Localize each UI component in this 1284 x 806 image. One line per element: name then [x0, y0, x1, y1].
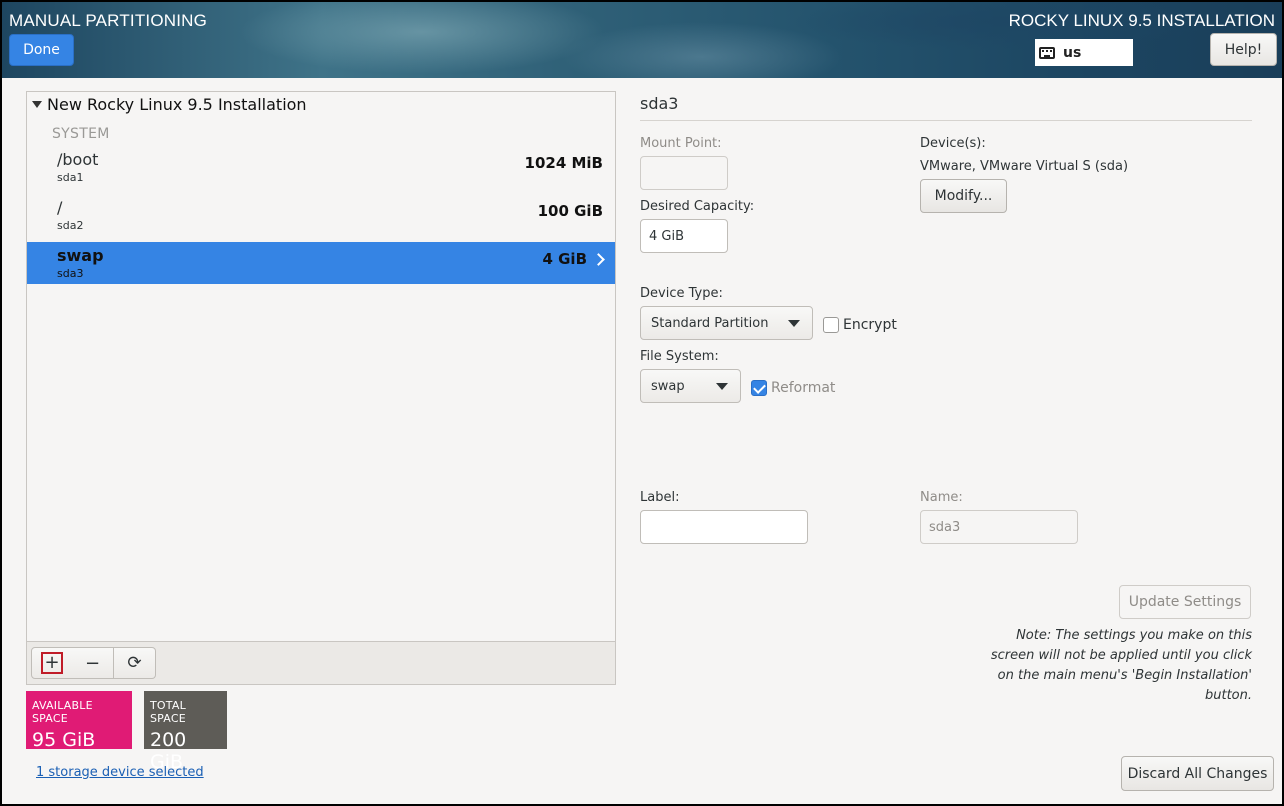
- file-system-label: File System:: [640, 349, 719, 364]
- mountpoint-size: 4 GiB: [542, 250, 587, 268]
- app-window: MANUAL PARTITIONING ROCKY LINUX 9.5 INST…: [2, 2, 1282, 804]
- add-mountpoint-button[interactable]: +: [31, 647, 73, 679]
- mount-point-input[interactable]: [640, 156, 728, 190]
- label-input[interactable]: [640, 510, 808, 544]
- partition-toolbar: + − ⟳: [27, 641, 615, 684]
- settings-note: Note: The settings you make on this scre…: [990, 628, 1252, 703]
- mountpoint-device: sda1: [57, 171, 84, 184]
- dropdown-arrow-icon: [788, 320, 800, 327]
- installation-root-label: New Rocky Linux 9.5 Installation: [47, 95, 307, 114]
- remove-mountpoint-button[interactable]: −: [72, 647, 114, 679]
- keyboard-layout-indicator[interactable]: us: [1035, 39, 1133, 66]
- mountpoint-tree-pane: New Rocky Linux 9.5 Installation SYSTEM …: [26, 91, 616, 685]
- mountpoint-name: /: [57, 198, 63, 217]
- keyboard-icon: [1039, 46, 1055, 59]
- desired-capacity-input[interactable]: 4 GiB: [640, 219, 728, 253]
- refresh-icon: ⟳: [127, 653, 142, 673]
- dropdown-arrow-icon: [716, 383, 728, 390]
- mount-point-label: Mount Point:: [640, 136, 722, 151]
- file-system-dropdown[interactable]: swap: [640, 369, 741, 403]
- divider: [640, 120, 1252, 121]
- mountpoint-size: 100 GiB: [537, 202, 603, 220]
- page-title: MANUAL PARTITIONING: [9, 11, 208, 30]
- available-space-label: AVAILABLE SPACE: [32, 699, 93, 725]
- refresh-button[interactable]: ⟳: [114, 647, 156, 679]
- selected-device-title: sda3: [640, 94, 679, 113]
- reformat-label[interactable]: Reformat: [771, 380, 835, 396]
- header-bar: MANUAL PARTITIONING ROCKY LINUX 9.5 INST…: [2, 2, 1282, 78]
- encrypt-checkbox[interactable]: [823, 317, 839, 333]
- available-space-box: AVAILABLE SPACE 95 GiB: [26, 691, 132, 751]
- help-button[interactable]: Help!: [1210, 33, 1277, 66]
- plus-icon: +: [41, 652, 63, 674]
- mountpoint-device: sda2: [57, 219, 84, 232]
- product-title: ROCKY LINUX 9.5 INSTALLATION: [1008, 11, 1275, 30]
- mountpoint-size: 1024 MiB: [524, 154, 603, 172]
- device-type-value: Standard Partition: [651, 315, 769, 331]
- encrypt-label[interactable]: Encrypt: [843, 317, 897, 333]
- name-input[interactable]: sda3: [920, 510, 1078, 544]
- section-label-system: SYSTEM: [52, 126, 110, 142]
- reformat-checkbox[interactable]: [751, 380, 767, 396]
- installation-root[interactable]: New Rocky Linux 9.5 Installation: [32, 95, 307, 114]
- device-type-label: Device Type:: [640, 286, 723, 301]
- label-field-label: Label:: [640, 490, 680, 505]
- file-system-value: swap: [651, 378, 685, 394]
- device-type-dropdown[interactable]: Standard Partition: [640, 306, 813, 340]
- mountpoint-row-swap[interactable]: swap sda3 4 GiB: [27, 242, 615, 284]
- desired-capacity-label: Desired Capacity:: [640, 199, 755, 214]
- mountpoint-row-root[interactable]: / sda2 100 GiB: [27, 194, 615, 236]
- total-space-box: TOTAL SPACE 200 GiB: [144, 691, 227, 773]
- modify-button[interactable]: Modify...: [920, 179, 1007, 213]
- minus-icon: −: [84, 652, 101, 674]
- done-button[interactable]: Done: [9, 34, 74, 66]
- discard-all-changes-button[interactable]: Discard All Changes: [1121, 756, 1274, 791]
- mountpoint-device: sda3: [57, 267, 84, 280]
- devices-label: Device(s):: [920, 136, 986, 151]
- devices-value: VMware, VMware Virtual S (sda): [920, 159, 1129, 174]
- keyboard-layout-label: us: [1063, 44, 1082, 61]
- mountpoint-name: swap: [57, 246, 104, 265]
- total-space-label: TOTAL SPACE: [150, 699, 186, 725]
- expander-triangle-icon[interactable]: [32, 101, 42, 108]
- storage-devices-link[interactable]: 1 storage device selected: [36, 765, 204, 780]
- chevron-right-icon: [592, 253, 605, 266]
- mountpoint-row-boot[interactable]: /boot sda1 1024 MiB: [27, 146, 615, 188]
- available-space-value: 95 GiB: [32, 729, 96, 751]
- mountpoint-name: /boot: [57, 150, 99, 169]
- update-settings-button[interactable]: Update Settings: [1119, 585, 1251, 619]
- name-field-label: Name:: [920, 490, 963, 505]
